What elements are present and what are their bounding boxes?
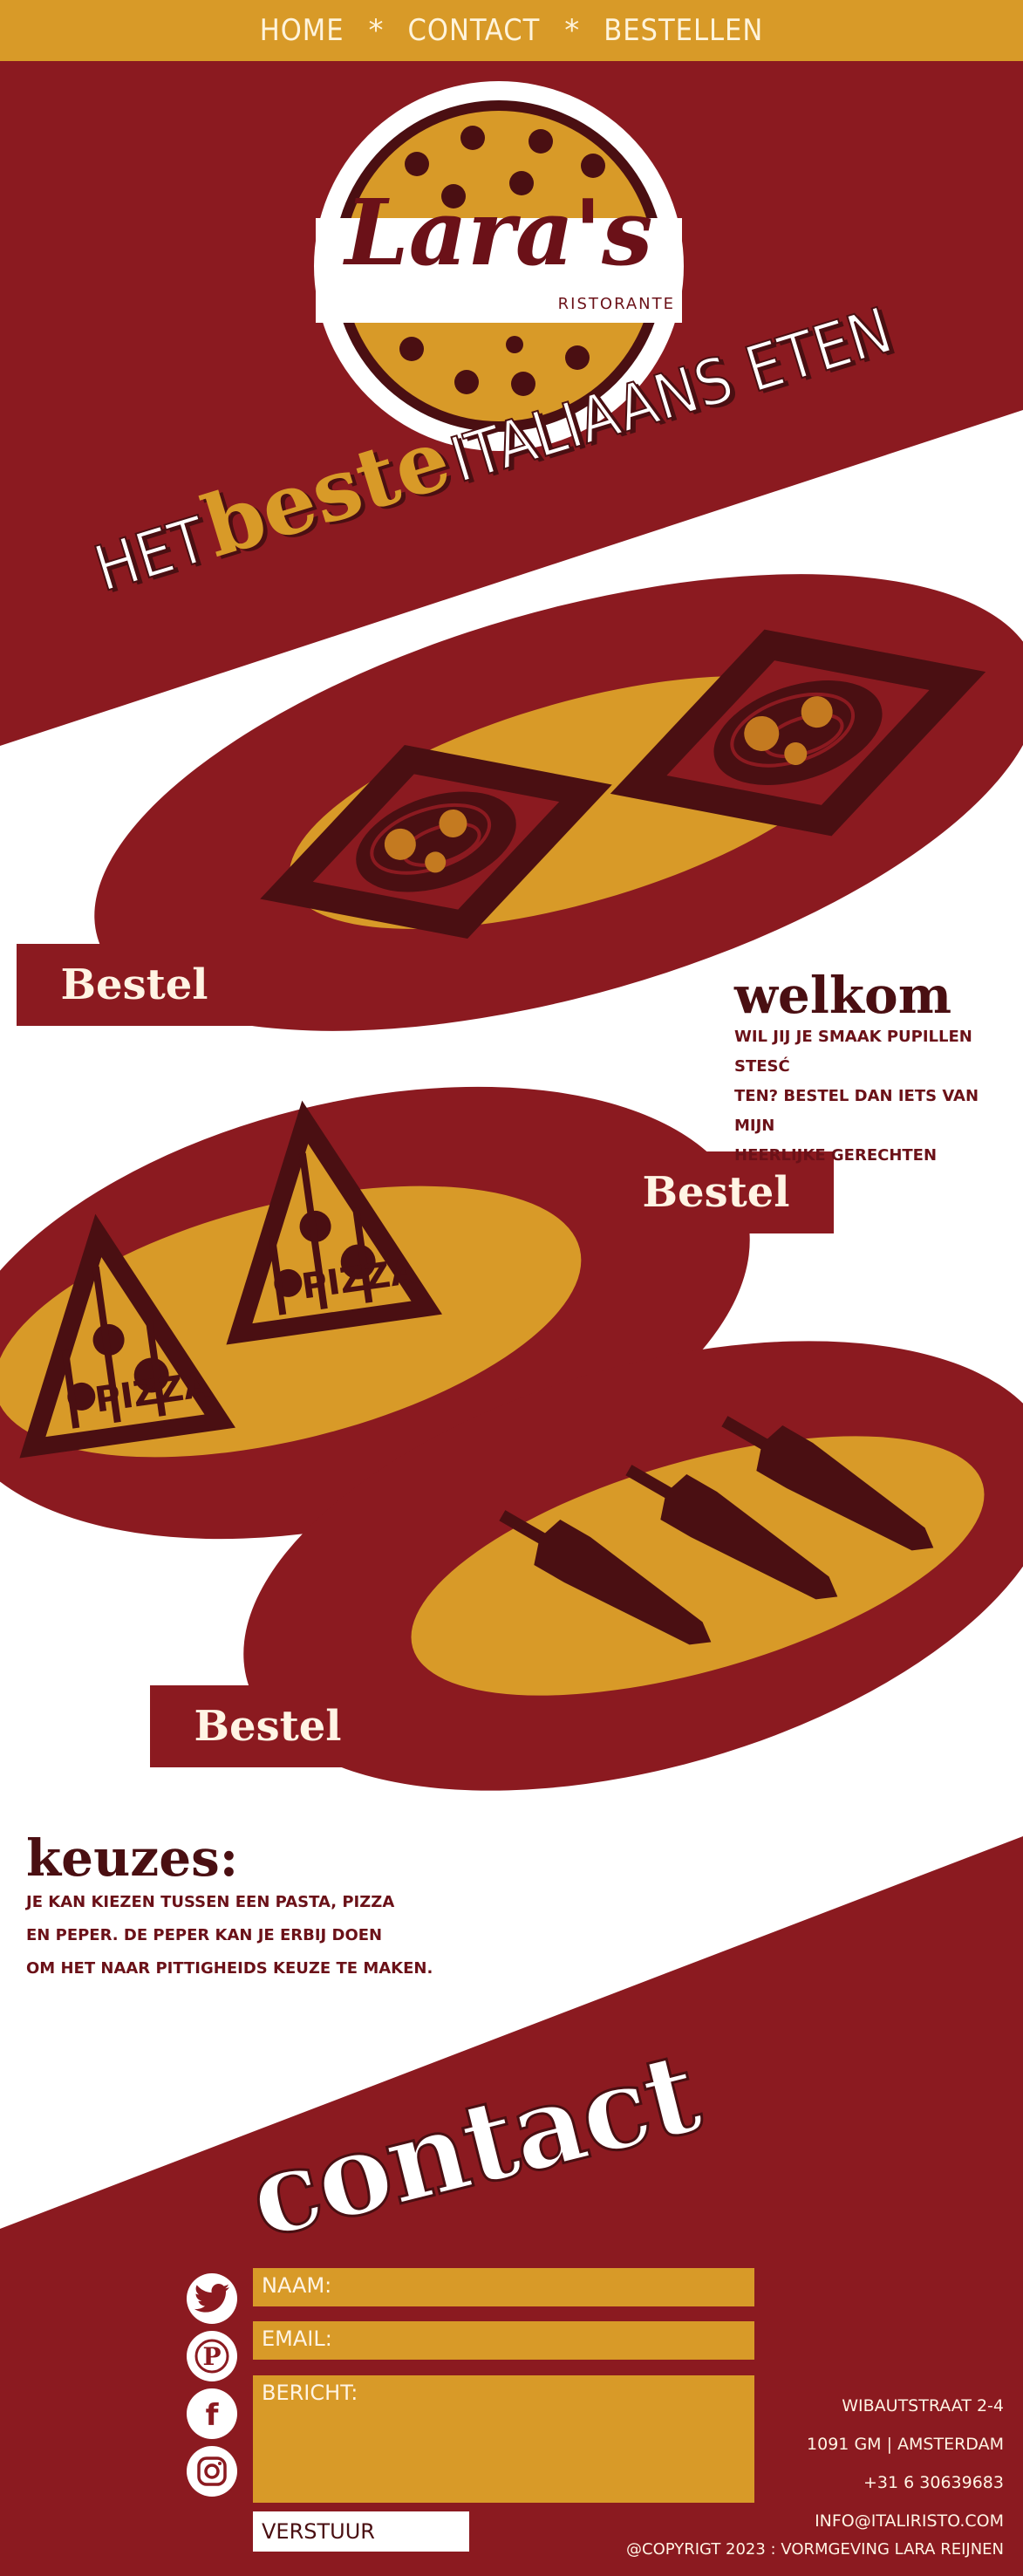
welkom-line: HEERLIJKE GERECHTEN [734,1146,938,1165]
keuzes-line: OM HET NAAR PITTIGHEIDS KEUZE TE MAKEN. [26,1959,433,1978]
nav-separator: * [564,13,580,48]
facebook-icon[interactable]: f [187,2388,237,2439]
address-email[interactable]: INFO@ITALIRISTO.COM [807,2502,1004,2540]
name-field-label: NAAM: [262,2273,332,2298]
bestel-pasta-button[interactable]: Bestel [17,944,252,1026]
address-street: WIBAUTSTRAAT 2-4 [842,2396,1004,2415]
message-field[interactable]: BERICHT: [253,2375,754,2503]
keuzes-title: keuzes: [26,1828,239,1888]
keuzes-section: keuzes: JE KAN KIEZEN TUSSEN EEN PASTA, … [26,1830,445,1985]
instagram-icon[interactable] [187,2446,237,2497]
welkom-line: TEN? BESTEL DAN IETS VAN MIJN [734,1087,979,1135]
keuzes-line: JE KAN KIEZEN TUSSEN EEN PASTA, PIZZA [26,1893,395,1911]
welkom-line: WIL JIJ JE SMAAK PUPILLEN STESĆ [734,1028,972,1076]
keuzes-line: EN PEPER. DE PEPER KAN JE ERBIJ DOEN [26,1926,383,1944]
logo-name: Lara's [344,179,653,286]
keuzes-text: JE KAN KIEZEN TUSSEN EEN PASTA, PIZZA EN… [26,1886,445,1985]
svg-text:P: P [202,2342,221,2371]
address-city: 1091 GM | AMSTERDAM [807,2435,1004,2454]
address-phone: +31 6 30639683 [863,2473,1004,2492]
nav-contact[interactable]: CONTACT [408,13,541,48]
nav-bestellen[interactable]: BESTELLEN [604,13,763,48]
bestel-pepper-button[interactable]: Bestel [150,1685,385,1767]
nav-separator: * [368,13,384,48]
contact-address: WIBAUTSTRAAT 2-4 1091 GM | AMSTERDAM +31… [807,2387,1004,2540]
welkom-text: WIL JIJ JE SMAAK PUPILLEN STESĆ TEN? BES… [734,1022,1013,1171]
name-field[interactable]: NAAM: [253,2268,754,2306]
twitter-icon[interactable] [187,2273,237,2324]
welkom-title: welkom [734,966,952,1025]
logo-subtitle: RISTORANTE [557,295,675,313]
welkom-section: welkom WIL JIJ JE SMAAK PUPILLEN STESĆ T… [734,968,1013,1171]
pinterest-icon[interactable]: P [187,2331,237,2381]
verstuur-button[interactable]: VERSTUUR [253,2511,469,2552]
svg-text:f: f [206,2398,220,2431]
top-navigation: HOME * CONTACT * BESTELLEN [0,0,1023,61]
email-field[interactable]: EMAIL: [253,2321,754,2360]
email-field-label: EMAIL: [262,2327,332,2351]
message-field-label: BERICHT: [262,2381,358,2405]
copyright: @COPYRIGT 2023 : VORMGEVING LARA REIJNEN [626,2540,1004,2559]
logo: Lara's RISTORANTE [316,179,682,314]
nav-home[interactable]: HOME [260,13,344,48]
